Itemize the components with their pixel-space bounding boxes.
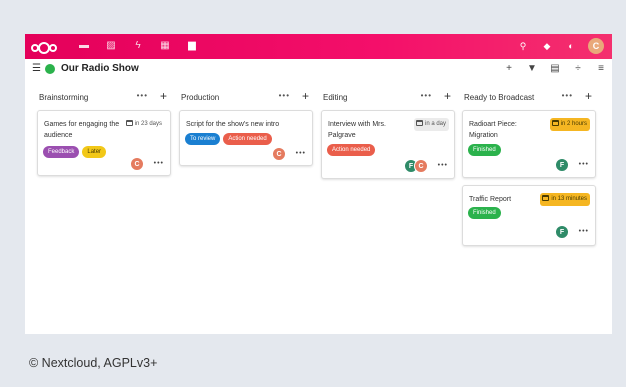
- stack-more-icon[interactable]: •••: [279, 91, 290, 100]
- label-tag[interactable]: Feedback: [43, 146, 80, 158]
- nextcloud-logo-icon[interactable]: [31, 39, 59, 54]
- stack-title[interactable]: Production: [181, 93, 219, 102]
- stack-more-icon[interactable]: •••: [421, 91, 432, 100]
- board-toolbar: + ▼ ▤ ÷ ≡: [504, 62, 606, 76]
- photos-icon[interactable]: ▨: [104, 39, 118, 53]
- card-title[interactable]: Script for the show's new intro: [186, 119, 306, 130]
- label-tag[interactable]: Action needed: [223, 133, 272, 145]
- search-icon[interactable]: ⚲: [516, 39, 530, 53]
- card-title[interactable]: Interview with Mrs. Palgrave: [328, 119, 406, 141]
- assignee-avatar[interactable]: C: [130, 157, 144, 171]
- assignee-avatar[interactable]: C: [272, 147, 286, 161]
- hamburger-menu-icon[interactable]: ☰: [32, 64, 41, 74]
- card[interactable]: Interview with Mrs. Palgrave in a day Acti…: [321, 110, 455, 179]
- header-right-menu: ⚲ ◆ ◐ C: [516, 38, 604, 54]
- card-more-icon[interactable]: •••: [579, 161, 589, 168]
- stack-more-icon[interactable]: •••: [137, 91, 148, 100]
- stack-title[interactable]: Ready to Broadcast: [464, 93, 534, 102]
- card-labels: Finished: [468, 207, 501, 219]
- stack-column: Ready to Broadcast ••• + Radioart Piece: Mi…: [462, 89, 596, 246]
- board-details-icon[interactable]: ≡: [596, 62, 606, 76]
- due-date-badge: in 23 days: [124, 118, 165, 131]
- copyright-caption: © Nextcloud, AGPLv3+: [29, 356, 158, 370]
- app-menu: ▬ ▨ ϟ ▦ ▆: [77, 39, 199, 53]
- due-date-badge: in a day: [413, 118, 449, 131]
- contacts-icon[interactable]: ◐: [564, 39, 578, 53]
- label-tag[interactable]: Finished: [468, 207, 501, 219]
- label-tag[interactable]: Later: [82, 146, 107, 158]
- card[interactable]: Games for engaging the audience in 23 day…: [37, 110, 171, 176]
- add-card-icon[interactable]: +: [444, 89, 451, 103]
- card-more-icon[interactable]: •••: [296, 150, 306, 157]
- board-title: Our Radio Show: [61, 63, 139, 74]
- calendar-icon[interactable]: ▦: [158, 39, 172, 53]
- due-date-text: in 23 days: [134, 121, 162, 127]
- stack-column: Production ••• + Script for the show's new …: [179, 89, 313, 166]
- calendar-icon: [415, 120, 423, 126]
- due-date-text: in 2 hours: [560, 121, 587, 127]
- card[interactable]: Traffic Report in 13 minutes Finished F •••: [462, 185, 596, 246]
- card-title[interactable]: Traffic Report: [469, 194, 547, 205]
- top-navigation-bar: ▬ ▨ ϟ ▦ ▆ ⚲ ◆ ◐ C: [25, 34, 612, 59]
- board-header: ☰ Our Radio Show + ▼ ▤ ÷ ≡: [25, 59, 612, 79]
- card-labels: Feedback Later: [43, 146, 107, 158]
- stack-header: Editing ••• +: [321, 89, 455, 109]
- stack-title[interactable]: Brainstorming: [39, 93, 88, 102]
- calendar-icon: [551, 120, 559, 126]
- filter-icon[interactable]: ▼: [527, 62, 537, 76]
- card-labels: To review Action needed: [185, 133, 272, 145]
- add-card-icon[interactable]: +: [160, 89, 167, 103]
- card-title[interactable]: Radioart Piece: Migration: [469, 119, 547, 141]
- stack-column: Editing ••• + Interview with Mrs. Palgrave i…: [321, 89, 455, 179]
- stack-header: Ready to Broadcast ••• +: [462, 89, 596, 109]
- due-date-text: in a day: [424, 121, 446, 127]
- assignee-avatar[interactable]: C: [414, 159, 428, 173]
- user-avatar[interactable]: C: [588, 38, 604, 54]
- stack-more-icon[interactable]: •••: [562, 91, 573, 100]
- due-date-badge: in 13 minutes: [540, 193, 590, 206]
- card[interactable]: Radioart Piece: Migration in 2 hours Finis…: [462, 110, 596, 178]
- card-title[interactable]: Games for engaging the audience: [44, 119, 122, 141]
- due-date-badge: in 2 hours: [549, 118, 590, 131]
- calendar-icon: [125, 120, 133, 126]
- card-labels: Action needed: [327, 144, 376, 156]
- toggle-compact-icon[interactable]: ÷: [573, 62, 583, 76]
- stack-title[interactable]: Editing: [323, 93, 347, 102]
- card-labels: Finished: [468, 144, 501, 156]
- assignee-avatar[interactable]: F: [555, 225, 569, 239]
- card-more-icon[interactable]: •••: [438, 162, 448, 169]
- stack-column: Brainstorming ••• + Games for engaging the …: [37, 89, 171, 176]
- deck-app-window: ▬ ▨ ϟ ▦ ▆ ⚲ ◆ ◐ C ☰ Our Radio Show + ▼ ▤…: [25, 34, 612, 334]
- card-more-icon[interactable]: •••: [154, 160, 164, 167]
- assignee-avatar[interactable]: F: [555, 158, 569, 172]
- card-more-icon[interactable]: •••: [579, 228, 589, 235]
- label-tag[interactable]: Finished: [468, 144, 501, 156]
- due-date-text: in 13 minutes: [551, 196, 587, 202]
- card[interactable]: Script for the show's new intro To review…: [179, 110, 313, 166]
- calendar-icon: [542, 195, 550, 201]
- label-tag[interactable]: To review: [185, 133, 221, 145]
- stack-header: Brainstorming ••• +: [37, 89, 171, 109]
- notifications-icon[interactable]: ◆: [540, 39, 554, 53]
- add-stack-icon[interactable]: +: [504, 62, 514, 76]
- deck-icon[interactable]: ▆: [185, 39, 199, 53]
- files-icon[interactable]: ▬: [77, 39, 91, 53]
- archive-icon[interactable]: ▤: [550, 62, 560, 76]
- board-color-dot: [45, 64, 55, 74]
- stack-header: Production ••• +: [179, 89, 313, 109]
- add-card-icon[interactable]: +: [585, 89, 592, 103]
- add-card-icon[interactable]: +: [302, 89, 309, 103]
- label-tag[interactable]: Action needed: [327, 144, 376, 156]
- activity-icon[interactable]: ϟ: [131, 39, 145, 53]
